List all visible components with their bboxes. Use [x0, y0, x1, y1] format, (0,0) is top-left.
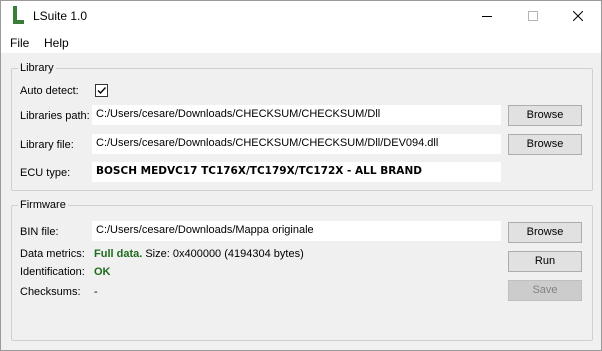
minimize-button[interactable] [464, 1, 510, 31]
save-button[interactable]: Save [508, 280, 582, 301]
bin-file-label: BIN file: [20, 226, 59, 238]
checksums-label: Checksums: [20, 286, 81, 298]
library-file-label: Library file: [20, 139, 74, 151]
checksums-value: - [94, 286, 98, 298]
data-metrics-status: Full data. [94, 248, 143, 260]
menu-file[interactable]: File [10, 36, 29, 50]
data-metrics-label: Data metrics: [20, 248, 85, 260]
maximize-icon [528, 11, 538, 21]
library-file-field[interactable]: C:/Users/cesare/Downloads/CHECKSUM/CHECK… [92, 134, 501, 154]
library-file-browse-button[interactable]: Browse [508, 134, 582, 155]
bin-file-field[interactable]: C:/Users/cesare/Downloads/Mappa original… [92, 221, 501, 241]
close-icon [573, 11, 583, 21]
auto-detect-checkbox[interactable] [95, 84, 108, 97]
identification-label: Identification: [20, 266, 85, 278]
menu-bar: File Help [1, 31, 601, 53]
menu-help[interactable]: Help [44, 36, 69, 50]
libraries-path-field[interactable]: C:/Users/cesare/Downloads/CHECKSUM/CHECK… [92, 105, 501, 125]
minimize-icon [482, 16, 492, 17]
libraries-path-browse-button[interactable]: Browse [508, 105, 582, 126]
run-button[interactable]: Run [508, 251, 582, 272]
library-group-title: Library [20, 62, 54, 74]
window-title: LSuite 1.0 [33, 9, 88, 23]
ecu-type-field: BOSCH MEDVC17 TC176X/TC179X/TC172X - ALL… [92, 162, 501, 182]
bin-file-browse-button[interactable]: Browse [508, 222, 582, 243]
libraries-path-label: Libraries path: [20, 110, 90, 122]
identification-value: OK [94, 266, 111, 278]
close-button[interactable] [555, 1, 601, 31]
app-logo-icon [13, 6, 24, 24]
ecu-type-label: ECU type: [20, 167, 71, 179]
title-bar[interactable]: LSuite 1.0 [1, 1, 601, 31]
checkmark-icon [97, 87, 107, 95]
app-window: LSuite 1.0 File Help Library Auto detect… [0, 0, 602, 351]
data-metrics-value: Full data. Size: 0x400000 (4194304 bytes… [94, 248, 304, 260]
firmware-group-title: Firmware [20, 199, 66, 211]
data-metrics-detail: Size: 0x400000 (4194304 bytes) [145, 248, 304, 260]
maximize-button[interactable] [510, 1, 556, 31]
auto-detect-label: Auto detect: [20, 85, 79, 97]
